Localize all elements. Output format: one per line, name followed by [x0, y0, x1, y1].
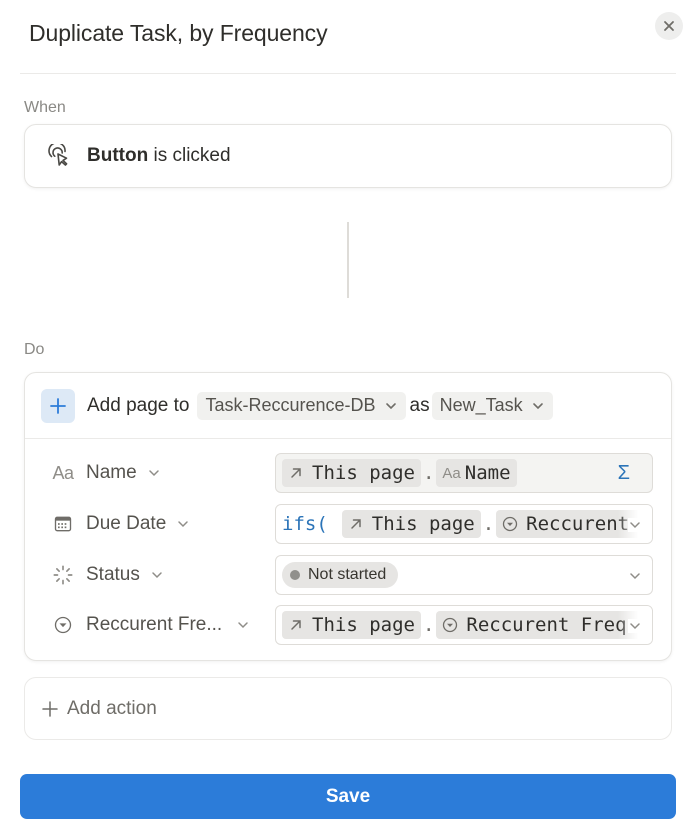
database-select-value: Task-Reccurence-DB	[205, 395, 376, 415]
property-label-due-date[interactable]: Due Date	[51, 502, 190, 546]
status-badge: Not started	[282, 562, 399, 588]
save-button[interactable]: Save	[20, 774, 676, 819]
chevron-down-icon	[532, 402, 543, 409]
status-value-select[interactable]: Not started	[275, 555, 653, 595]
name-property-token: Aa Name	[436, 459, 517, 487]
status-value: Not started	[308, 566, 387, 583]
action-card: Add page to Task-Reccurence-DB as New_Ta…	[24, 372, 672, 661]
chevron-down-icon	[238, 622, 248, 629]
arrow-up-right-icon	[291, 620, 301, 630]
variable-name-value: New_Task	[439, 395, 523, 415]
chevron-down-icon	[148, 470, 159, 477]
this-page-token: This page	[341, 510, 481, 538]
text-aa-icon: Aa	[52, 462, 74, 483]
chevron-down-icon	[628, 518, 642, 532]
status-spinner-icon	[51, 563, 75, 587]
select-circle-icon	[51, 613, 75, 637]
chevron-down-icon	[628, 619, 642, 633]
calendar-icon	[51, 512, 75, 536]
select-circle-icon	[503, 516, 518, 532]
token-text: This page	[312, 462, 415, 484]
this-page-token: This page	[282, 459, 421, 487]
token-text: This page	[312, 614, 415, 636]
sigma-icon[interactable]: Σ	[618, 462, 630, 485]
do-section-label: Do	[24, 341, 45, 358]
reccurent-frequency-value-field[interactable]: This page . Reccurent Frequency	[275, 605, 653, 645]
select-circle-icon	[443, 617, 458, 633]
automation-dialog: Duplicate Task, by Frequency When Button…	[0, 0, 692, 834]
trigger-subject: Button	[87, 145, 149, 166]
database-select[interactable]: Task-Reccurence-DB	[197, 391, 406, 420]
status-dot	[290, 570, 300, 580]
when-section-label: When	[24, 99, 66, 116]
chevron-down-icon	[385, 402, 396, 409]
trigger-text: Button is clicked	[87, 145, 231, 167]
property-name: Due Date	[86, 513, 167, 534]
action-type-button[interactable]	[41, 388, 75, 423]
token-separator: .	[482, 513, 495, 535]
token-separator: .	[422, 462, 435, 484]
dialog-title: Duplicate Task, by Frequency	[29, 20, 328, 46]
plus-icon	[42, 700, 58, 717]
due-date-value-field[interactable]: ifs( This page . Reccurent Frequency	[275, 504, 653, 544]
header-divider	[20, 73, 676, 74]
variable-name-select[interactable]: New_Task	[431, 391, 553, 420]
close-button[interactable]	[655, 12, 683, 40]
property-name: Status	[86, 564, 140, 585]
chevron-down-icon	[628, 569, 642, 583]
click-pointer-icon	[48, 144, 68, 166]
as-label: as	[409, 394, 430, 416]
property-label-reccurent-frequency[interactable]: Reccurent Fre...	[51, 603, 250, 647]
chevron-down-icon	[178, 521, 189, 528]
property-label-status[interactable]: Status	[51, 553, 164, 597]
token-text: Name	[464, 462, 511, 484]
property-row-reccurent-frequency: Reccurent Fre... This page . Reccurent F…	[25, 603, 671, 647]
this-page-token: This page	[282, 611, 421, 639]
property-label-name[interactable]: Aa Name	[51, 451, 161, 495]
token-separator: .	[422, 614, 435, 636]
property-row-status: Status Not started	[25, 553, 671, 597]
trigger-card[interactable]: Button is clicked	[24, 124, 672, 188]
token-text: This page	[371, 513, 475, 535]
formula-keyword: ifs(	[282, 513, 328, 535]
property-row-due-date: Due Date ifs( This page . Reccurent Freq…	[25, 502, 671, 546]
chevron-down-icon	[152, 572, 162, 579]
add-action-button[interactable]: Add action	[24, 677, 672, 740]
close-icon	[664, 21, 674, 31]
action-prefix: Add page to	[87, 394, 190, 416]
arrow-up-right-icon	[351, 519, 361, 529]
name-value-field[interactable]: This page . Aa Name Σ	[275, 453, 653, 493]
text-aa-icon: Aa	[442, 464, 461, 482]
plus-icon	[50, 397, 66, 414]
property-row-name: Aa Name This page . Aa Name Σ	[25, 451, 671, 495]
flow-connector-line	[347, 222, 349, 298]
arrow-up-right-icon	[291, 468, 301, 478]
trigger-predicate: is clicked	[153, 145, 231, 166]
property-name: Name	[86, 462, 137, 483]
add-action-label: Add action	[67, 697, 157, 719]
property-name: Reccurent Fre...	[86, 614, 223, 635]
action-header: Add page to Task-Reccurence-DB as New_Ta…	[25, 373, 671, 439]
